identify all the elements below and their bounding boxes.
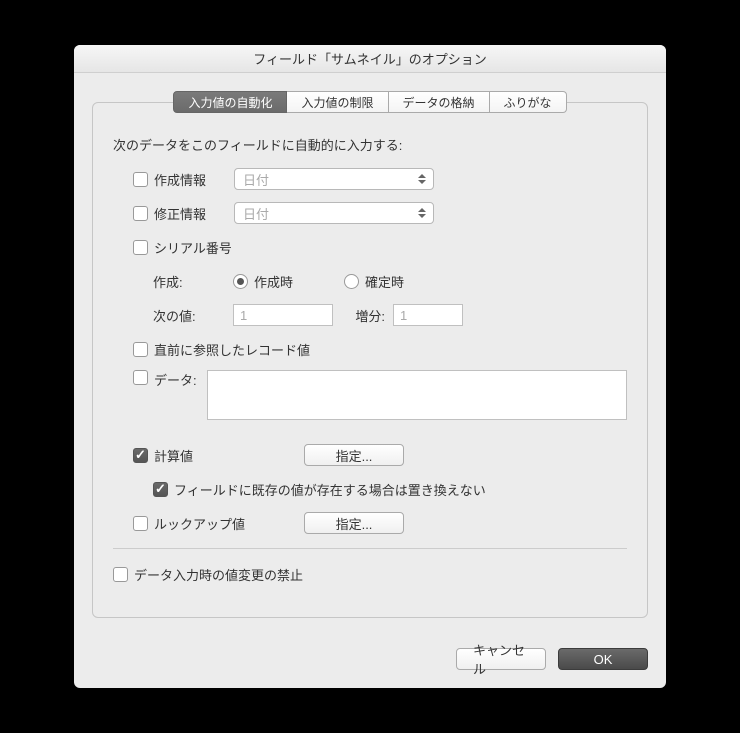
tab-group: 入力値の自動化 入力値の制限 データの格納 ふりがな 次のデータをこのフィールド… — [92, 91, 648, 618]
serial-on-commit-radio[interactable] — [344, 274, 359, 289]
data-row: データ: — [133, 370, 627, 420]
cancel-button[interactable]: キャンセル — [456, 648, 546, 670]
serial-on-commit-label: 確定時 — [365, 272, 404, 291]
lookup-specify-button[interactable]: 指定... — [304, 512, 404, 534]
creation-label: 作成情報 — [154, 170, 234, 189]
lookup-checkbox[interactable] — [133, 516, 148, 531]
calculated-checkbox[interactable] — [133, 448, 148, 463]
data-textarea[interactable] — [207, 370, 627, 420]
serial-next-input[interactable]: 1 — [233, 304, 333, 326]
tab-validation[interactable]: 入力値の制限 — [287, 91, 388, 113]
last-visited-checkbox[interactable] — [133, 342, 148, 357]
calculated-row: 計算値 指定... — [133, 442, 627, 468]
do-not-replace-checkbox[interactable] — [153, 482, 168, 497]
serial-on-creation-label: 作成時 — [254, 272, 344, 291]
prohibit-label: データ入力時の値変更の禁止 — [134, 565, 303, 584]
auto-enter-description: 次のデータをこのフィールドに自動的に入力する: — [113, 135, 627, 154]
do-not-replace-label: フィールドに既存の値が存在する場合は置き換えない — [174, 480, 486, 499]
calculated-specify-button[interactable]: 指定... — [304, 444, 404, 466]
modification-select-value: 日付 — [243, 204, 269, 223]
creation-row: 作成情報 日付 — [133, 166, 627, 192]
prohibit-checkbox[interactable] — [113, 567, 128, 582]
serial-next-value: 1 — [240, 308, 247, 323]
creation-select-value: 日付 — [243, 170, 269, 189]
serial-increment-value: 1 — [400, 308, 407, 323]
serial-generate-row: 作成: 作成時 確定時 — [153, 268, 627, 294]
footer: キャンセル OK — [74, 634, 666, 688]
tab-storage[interactable]: データの格納 — [389, 91, 490, 113]
tab-furigana[interactable]: ふりがな — [490, 91, 567, 113]
modification-select[interactable]: 日付 — [234, 202, 434, 224]
tabs: 入力値の自動化 入力値の制限 データの格納 ふりがな — [92, 91, 648, 113]
serial-next-label: 次の値: — [153, 306, 233, 325]
separator — [113, 548, 627, 549]
window-title: フィールド「サムネイル」のオプション — [253, 49, 486, 68]
data-checkbox[interactable] — [133, 370, 148, 385]
chevron-up-down-icon — [413, 204, 431, 222]
tab-auto-enter[interactable]: 入力値の自動化 — [173, 91, 287, 113]
options-dialog: フィールド「サムネイル」のオプション 入力値の自動化 入力値の制限 データの格納… — [74, 45, 666, 688]
modification-label: 修正情報 — [154, 204, 234, 223]
serial-values-row: 次の値: 1 増分: 1 — [153, 302, 627, 328]
serial-on-creation-radio[interactable] — [233, 274, 248, 289]
serial-increment-label: 増分: — [333, 306, 393, 325]
modification-row: 修正情報 日付 — [133, 200, 627, 226]
serial-generate-label: 作成: — [153, 272, 233, 291]
modification-checkbox[interactable] — [133, 206, 148, 221]
last-visited-row: 直前に参照したレコード値 — [133, 336, 627, 362]
lookup-label: ルックアップ値 — [154, 514, 304, 533]
titlebar: フィールド「サムネイル」のオプション — [74, 45, 666, 73]
lookup-row: ルックアップ値 指定... — [133, 510, 627, 536]
calculated-label: 計算値 — [154, 446, 304, 465]
chevron-up-down-icon — [413, 170, 431, 188]
ok-button[interactable]: OK — [558, 648, 648, 670]
tab-panel: 次のデータをこのフィールドに自動的に入力する: 作成情報 日付 修正情報 日付 — [92, 102, 648, 618]
do-not-replace-row: フィールドに既存の値が存在する場合は置き換えない — [153, 476, 627, 502]
serial-checkbox[interactable] — [133, 240, 148, 255]
serial-increment-input[interactable]: 1 — [393, 304, 463, 326]
prohibit-row: データ入力時の値変更の禁止 — [113, 561, 627, 587]
creation-select[interactable]: 日付 — [234, 168, 434, 190]
last-visited-label: 直前に参照したレコード値 — [154, 340, 310, 359]
content: 入力値の自動化 入力値の制限 データの格納 ふりがな 次のデータをこのフィールド… — [74, 73, 666, 634]
data-label: データ: — [154, 370, 197, 389]
serial-label: シリアル番号 — [154, 238, 232, 257]
creation-checkbox[interactable] — [133, 172, 148, 187]
serial-row: シリアル番号 — [133, 234, 627, 260]
